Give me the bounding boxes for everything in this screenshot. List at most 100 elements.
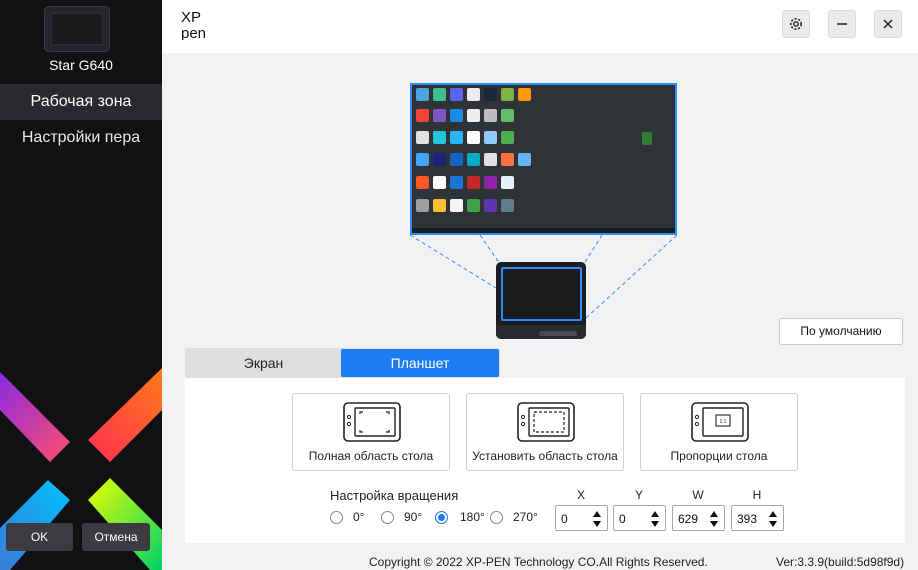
- rotation-180-label: 180°: [460, 510, 485, 524]
- desktop-icon: [450, 153, 463, 166]
- proportional-area-label: Пропорции стола: [670, 449, 768, 463]
- taskbar: [412, 228, 675, 233]
- desktop-icon: [450, 109, 463, 122]
- tablet-preview: [496, 262, 586, 339]
- minimize-icon: [837, 23, 847, 25]
- desktop-icon: [433, 109, 446, 122]
- desktop-icon: [484, 88, 497, 101]
- minimize-button[interactable]: [828, 10, 856, 38]
- desktop-icon: [433, 176, 446, 189]
- ok-button[interactable]: OK: [6, 523, 73, 551]
- x-label: X: [576, 488, 585, 502]
- y-label: Y: [634, 488, 643, 502]
- w-label: W: [692, 488, 704, 502]
- desktop-icon: [433, 153, 446, 166]
- h-label: H: [752, 488, 762, 502]
- desktop-icon: [501, 131, 514, 144]
- rotation-title: Настройка вращения: [330, 488, 459, 503]
- h-value: 393: [737, 512, 758, 526]
- desktop-icon: [467, 131, 480, 144]
- desktop-icon: [518, 153, 531, 166]
- sidebar-item-pen-settings[interactable]: Настройки пера: [0, 120, 162, 156]
- x-value: 0: [561, 512, 568, 526]
- desktop-icon: [433, 131, 446, 144]
- rotation-270-label: 270°: [513, 510, 538, 524]
- set-area-option[interactable]: Установить область стола: [466, 393, 624, 471]
- rotation-180-radio[interactable]: [435, 511, 448, 524]
- desktop-icon: [484, 131, 497, 144]
- desktop-icon: [467, 199, 480, 212]
- desktop-icon: [642, 132, 652, 145]
- mapping-preview: [162, 53, 918, 343]
- device-name: Star G640: [49, 57, 113, 73]
- default-button[interactable]: По умолчанию: [779, 318, 903, 345]
- tablet-set-area-icon: [517, 402, 575, 442]
- cancel-button[interactable]: Отмена: [82, 523, 150, 551]
- set-area-label: Установить область стола: [472, 449, 618, 463]
- desktop-icon: [467, 88, 480, 101]
- settings-button[interactable]: [782, 10, 810, 38]
- desktop-icon: [450, 176, 463, 189]
- desktop-icon: [501, 176, 514, 189]
- desktop-icon: [433, 88, 446, 101]
- close-icon: [883, 19, 893, 29]
- desktop-icon: [450, 131, 463, 144]
- spin-arrows-icon[interactable]: [592, 510, 602, 528]
- close-button[interactable]: [874, 10, 902, 38]
- tablet-thumbnail: [44, 6, 110, 52]
- full-area-label: Полная область стола: [308, 449, 434, 463]
- svg-text:1:1: 1:1: [720, 419, 727, 425]
- tablet-active-area[interactable]: [501, 267, 582, 321]
- xppen-logo: XP pen: [181, 9, 206, 40]
- desktop-icon: [450, 199, 463, 212]
- tablet-proportion-icon: 1:1: [691, 402, 749, 442]
- sidebar-item-work-area[interactable]: Рабочая зона: [0, 84, 162, 120]
- h-spinbox[interactable]: 393: [731, 505, 784, 531]
- gear-icon: [790, 18, 802, 30]
- sidebar: Star G640 Рабочая зона Настройки пера OK…: [0, 0, 162, 570]
- header: XP pen: [162, 0, 918, 53]
- desktop-icon: [416, 176, 429, 189]
- rotation-270-radio[interactable]: [490, 511, 503, 524]
- desktop-icon: [467, 153, 480, 166]
- rotation-0-radio[interactable]: [330, 511, 343, 524]
- rotation-90-label: 90°: [404, 510, 423, 524]
- rotation-0-label: 0°: [353, 510, 365, 524]
- svg-text:pen: pen: [181, 25, 206, 40]
- copyright-text: Copyright © 2022 XP-PEN Technology CO.Al…: [369, 555, 708, 569]
- spin-arrows-icon[interactable]: [709, 510, 719, 528]
- desktop-icon: [501, 153, 514, 166]
- tab-screen[interactable]: Экран: [186, 349, 341, 377]
- desktop-icon: [467, 109, 480, 122]
- desktop-icon: [518, 88, 531, 101]
- desktop-icon: [467, 176, 480, 189]
- spin-arrows-icon[interactable]: [768, 510, 778, 528]
- tablet-settings-panel: Полная область стола Установить область …: [185, 378, 905, 543]
- y-value: 0: [619, 512, 626, 526]
- y-spinbox[interactable]: 0: [613, 505, 666, 531]
- desktop-icon: [501, 88, 514, 101]
- full-area-option[interactable]: Полная область стола: [292, 393, 450, 471]
- svg-text:XP: XP: [181, 9, 201, 26]
- tab-tablet[interactable]: Планшет: [341, 349, 499, 377]
- spin-arrows-icon[interactable]: [650, 510, 660, 528]
- desktop-icon: [416, 109, 429, 122]
- proportional-area-option[interactable]: 1:1 Пропорции стола: [640, 393, 798, 471]
- desktop-icon: [416, 131, 429, 144]
- mapping-tabs: Экран Планшет: [185, 348, 500, 378]
- w-spinbox[interactable]: 629: [672, 505, 725, 531]
- desktop-icon: [450, 88, 463, 101]
- desktop-icon: [416, 153, 429, 166]
- desktop-icon: [484, 176, 497, 189]
- rotation-90-radio[interactable]: [381, 511, 394, 524]
- desktop-icon: [416, 88, 429, 101]
- w-value: 629: [678, 512, 699, 526]
- desktop-icon: [501, 109, 514, 122]
- version-text: Ver:3.3.9(build:5d98f9d): [776, 555, 905, 569]
- desktop-icon: [433, 199, 446, 212]
- tablet-full-area-icon: [343, 402, 401, 442]
- monitor-preview: [410, 83, 677, 235]
- x-spinbox[interactable]: 0: [555, 505, 608, 531]
- desktop-icon: [484, 153, 497, 166]
- desktop-icon: [416, 199, 429, 212]
